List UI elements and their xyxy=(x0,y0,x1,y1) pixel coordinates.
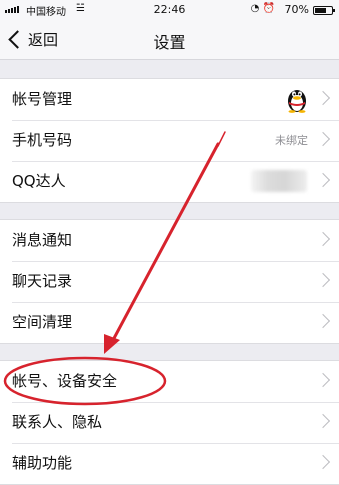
row-label: QQ达人 xyxy=(12,172,66,190)
battery-percentage: 70% xyxy=(284,3,309,16)
chevron-right-icon xyxy=(315,90,331,106)
row-label: 手机号码 xyxy=(12,131,73,149)
phone-binding-status: 未绑定 xyxy=(275,134,308,147)
qq-penguin-icon xyxy=(288,90,306,113)
settings-group-messages: 消息通知 聊天记录 空间清理 xyxy=(0,219,339,344)
row-label: 帐号、设备安全 xyxy=(12,372,118,390)
chevron-right-icon xyxy=(315,172,331,188)
page-title: 设置 xyxy=(153,33,186,52)
chevron-right-icon xyxy=(315,231,331,247)
settings-row-chat-history[interactable]: 聊天记录 xyxy=(0,261,339,302)
row-label: 空间清理 xyxy=(12,313,73,331)
settings-row-account-management[interactable]: 帐号管理 xyxy=(0,79,339,120)
settings-row-notifications[interactable]: 消息通知 xyxy=(0,220,339,261)
status-bar: 中国移动 ☱ 22:46 ◔ ⏰ 70% xyxy=(0,0,339,20)
chevron-right-icon xyxy=(315,413,331,429)
battery-icon xyxy=(313,6,335,15)
settings-row-qq-expert[interactable]: QQ达人 xyxy=(0,161,339,202)
settings-row-account-device-security[interactable]: 帐号、设备安全 xyxy=(0,361,339,402)
settings-group-security: 帐号、设备安全 联系人、隐私 辅助功能 xyxy=(0,360,339,485)
battery-fill xyxy=(315,8,326,13)
chevron-right-icon xyxy=(315,454,331,470)
settings-group-account: 帐号管理 手机号码 未绑定 QQ达人 xyxy=(0,78,339,203)
row-label: 帐号管理 xyxy=(12,90,73,108)
settings-row-accessibility[interactable]: 辅助功能 xyxy=(0,443,339,484)
row-label: 聊天记录 xyxy=(12,272,73,290)
blurred-value xyxy=(251,170,307,192)
row-label: 辅助功能 xyxy=(12,454,73,472)
settings-row-phone-number[interactable]: 手机号码 未绑定 xyxy=(0,120,339,161)
chevron-right-icon xyxy=(315,272,331,288)
chevron-right-icon xyxy=(315,313,331,329)
chevron-right-icon xyxy=(315,131,331,147)
status-icons: ◔ ⏰ xyxy=(250,3,275,14)
row-label: 联系人、隐私 xyxy=(12,413,103,431)
chevron-right-icon xyxy=(315,372,331,388)
navigation-bar: 返回 设置 xyxy=(0,20,339,60)
row-label: 消息通知 xyxy=(12,231,73,249)
settings-row-contacts-privacy[interactable]: 联系人、隐私 xyxy=(0,402,339,443)
settings-row-storage-cleanup[interactable]: 空间清理 xyxy=(0,302,339,343)
